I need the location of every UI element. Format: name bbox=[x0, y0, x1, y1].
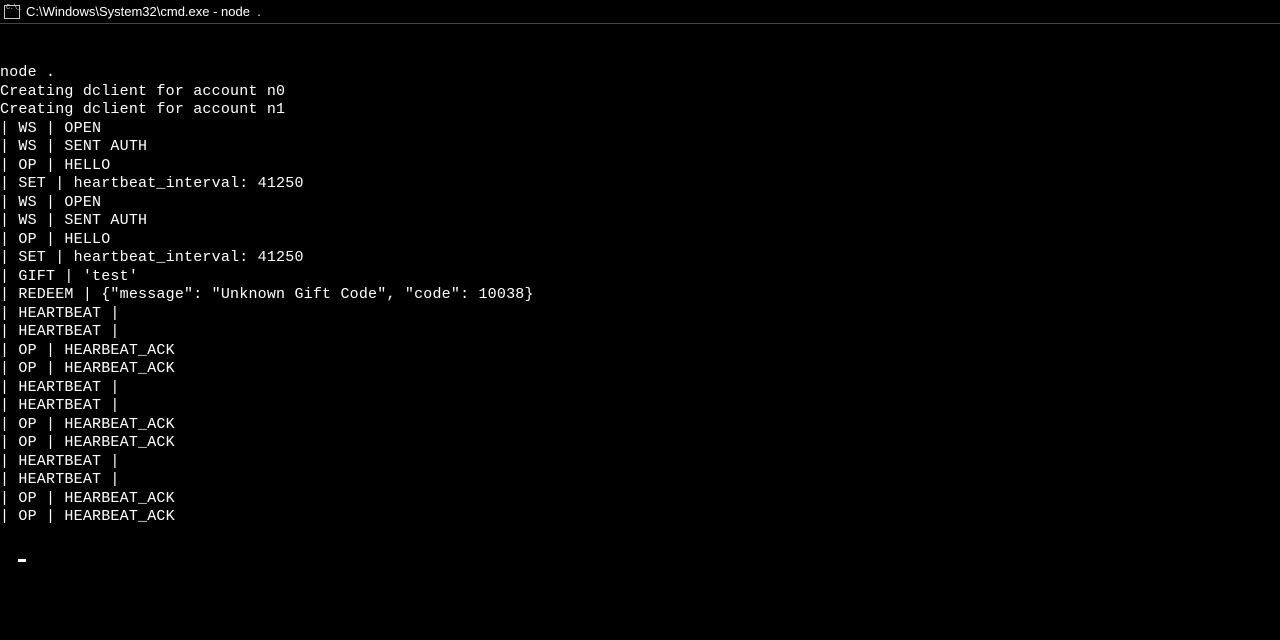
terminal-line: | OP | HEARBEAT_ACK bbox=[0, 490, 1280, 509]
terminal-line: Creating dclient for account n0 bbox=[0, 83, 1280, 102]
terminal-line: | HEARTBEAT | bbox=[0, 305, 1280, 324]
terminal-line: | SET | heartbeat_interval: 41250 bbox=[0, 175, 1280, 194]
terminal-output[interactable]: node .Creating dclient for account n0Cre… bbox=[0, 24, 1280, 564]
terminal-line: | OP | HELLO bbox=[0, 157, 1280, 176]
terminal-line: | HEARTBEAT | bbox=[0, 471, 1280, 490]
terminal-line: | OP | HEARBEAT_ACK bbox=[0, 434, 1280, 453]
terminal-line: | SET | heartbeat_interval: 41250 bbox=[0, 249, 1280, 268]
terminal-line: | WS | SENT AUTH bbox=[0, 138, 1280, 157]
terminal-line: Creating dclient for account n1 bbox=[0, 101, 1280, 120]
terminal-line: | OP | HEARBEAT_ACK bbox=[0, 508, 1280, 527]
terminal-line: | REDEEM | {"message": "Unknown Gift Cod… bbox=[0, 286, 1280, 305]
terminal-line: | OP | HEARBEAT_ACK bbox=[0, 416, 1280, 435]
terminal-line: | WS | OPEN bbox=[0, 194, 1280, 213]
terminal-line: | OP | HEARBEAT_ACK bbox=[0, 360, 1280, 379]
terminal-line: | WS | OPEN bbox=[0, 120, 1280, 139]
title-bar[interactable]: C:\Windows\System32\cmd.exe - node . bbox=[0, 0, 1280, 24]
terminal-line: | GIFT | 'test' bbox=[0, 268, 1280, 287]
terminal-line: | OP | HEARBEAT_ACK bbox=[0, 342, 1280, 361]
terminal-line: | HEARTBEAT | bbox=[0, 453, 1280, 472]
terminal-line: | OP | HELLO bbox=[0, 231, 1280, 250]
cmd-icon bbox=[4, 5, 20, 19]
terminal-line: | WS | SENT AUTH bbox=[0, 212, 1280, 231]
terminal-line: | HEARTBEAT | bbox=[0, 379, 1280, 398]
terminal-line: | HEARTBEAT | bbox=[0, 397, 1280, 416]
terminal-line: node . bbox=[0, 64, 1280, 83]
terminal-line: | HEARTBEAT | bbox=[0, 323, 1280, 342]
window-title: C:\Windows\System32\cmd.exe - node . bbox=[26, 4, 261, 19]
cursor bbox=[18, 559, 26, 562]
